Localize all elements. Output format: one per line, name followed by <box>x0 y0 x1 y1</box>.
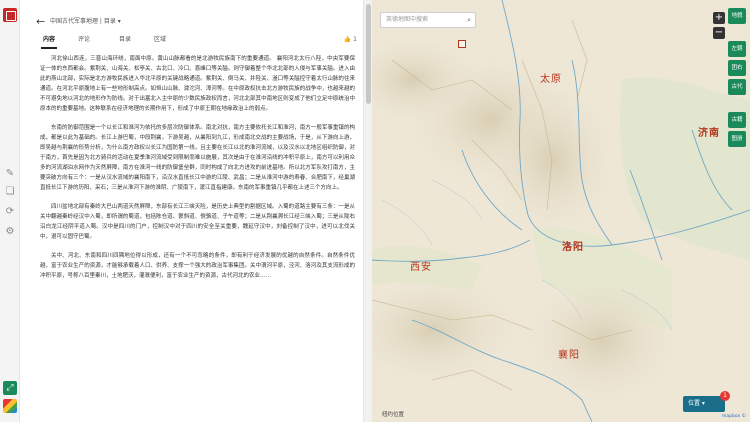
pencil-icon[interactable]: ✎ <box>4 168 16 180</box>
tab-comments[interactable]: 评论 <box>78 34 90 46</box>
layer-button-6[interactable]: 图册 <box>728 131 746 147</box>
back-arrow-icon[interactable]: ← <box>36 14 45 30</box>
fullscreen-icon[interactable]: ⤢ <box>3 381 17 395</box>
avatar[interactable] <box>3 399 17 413</box>
zoom-in-button[interactable]: + <box>713 12 725 24</box>
scrollbar-thumb[interactable] <box>366 4 371 104</box>
map-canvas[interactable]: 英德地图中搜索 ⌕ 太原 济南 洛阳 西安 襄阳 <box>372 0 750 422</box>
thumbs-up-icon: 👍 <box>343 36 352 43</box>
paragraph: 四川盆地北部有秦岭大巴山两道天然屏障，东部有长江三峡天险，是历史上典型的割据区域… <box>40 204 355 240</box>
content-tabs: 内容 评论 目录 区域 👍 1 <box>34 34 359 49</box>
left-rail: ✎ ❏ ⟳ ⚙ ⤢ <box>0 0 20 422</box>
article-panel: ← 中国古代军事地理 | 目录 ▾ 内容 评论 目录 区域 👍 1 河北徐山西连，… <box>20 0 363 422</box>
book-title-text: 中国古代军事地理 | 目录 <box>50 18 116 25</box>
paragraph: 东南的防御范围是一个以长江和淮河为依托的多层次防御体系。南北对抗，南方主要依托长… <box>40 125 355 191</box>
search-icon[interactable]: ⌕ <box>467 13 471 27</box>
like-count: 1 <box>353 36 357 43</box>
refresh-icon[interactable]: ⟳ <box>4 206 16 218</box>
city-label-xiangyang[interactable]: 襄阳 <box>558 346 580 361</box>
zoom-out-button[interactable]: − <box>713 27 725 39</box>
bookmark-icon[interactable]: ❏ <box>4 186 16 198</box>
city-label-taiyuan[interactable]: 太原 <box>540 70 562 85</box>
layer-button-2[interactable]: 左朝 <box>728 41 746 57</box>
city-label-luoyang[interactable]: 洛阳 <box>562 238 584 253</box>
map-scale: 纽约位置 <box>382 412 405 418</box>
map-side-buttons: 地貌 左朝 团右 古代 古籍 图册 <box>728 8 750 150</box>
book-title[interactable]: 中国古代军事地理 | 目录 ▾ <box>50 14 121 30</box>
city-label-jinan[interactable]: 济南 <box>698 124 720 139</box>
layer-button-3[interactable]: 团右 <box>728 60 746 76</box>
location-label: 位置 <box>688 400 701 407</box>
layer-button-4[interactable]: 古代 <box>728 79 746 95</box>
tab-content[interactable]: 内容 <box>40 34 58 49</box>
tab-toc[interactable]: 目录 <box>119 34 131 46</box>
article-content: 河北徐山西连，三晋山海环绕，南面中原。黄山山脉都看的是北游牧民族南下的重要通道。… <box>40 54 355 422</box>
gear-icon[interactable]: ⚙ <box>4 226 16 238</box>
like-button[interactable]: 👍 1 <box>344 34 357 46</box>
tab-region[interactable]: 区域 <box>154 34 166 46</box>
article-header: ← 中国古代军事地理 | 目录 ▾ <box>20 14 363 30</box>
layer-terrain-button[interactable]: 地貌 <box>728 8 746 24</box>
paragraph: 关中、河北、东南和四川四隅地位得以形成，还有一个不可忽略的条件，即有利于经济发展… <box>40 253 355 279</box>
layer-button-5[interactable]: 古籍 <box>728 112 746 128</box>
map-attribution[interactable]: mapbox © <box>722 414 746 419</box>
article-scrollbar[interactable] <box>363 0 372 422</box>
location-button[interactable]: 位置 ▾ 1 <box>683 391 730 412</box>
map-marker-box <box>458 40 466 48</box>
map-search-input[interactable]: 英德地图中搜索 ⌕ <box>380 12 476 28</box>
location-count-badge: 1 <box>720 391 730 401</box>
paragraph: 河北徐山西连，三晋山海环绕，南面中原。黄山山脉都看的是北游牧民族南下的重要通道。… <box>40 56 355 112</box>
search-placeholder: 英德地图中搜索 <box>386 16 429 23</box>
city-label-xian[interactable]: 西安 <box>410 258 432 273</box>
app-logo-icon[interactable] <box>3 8 17 22</box>
